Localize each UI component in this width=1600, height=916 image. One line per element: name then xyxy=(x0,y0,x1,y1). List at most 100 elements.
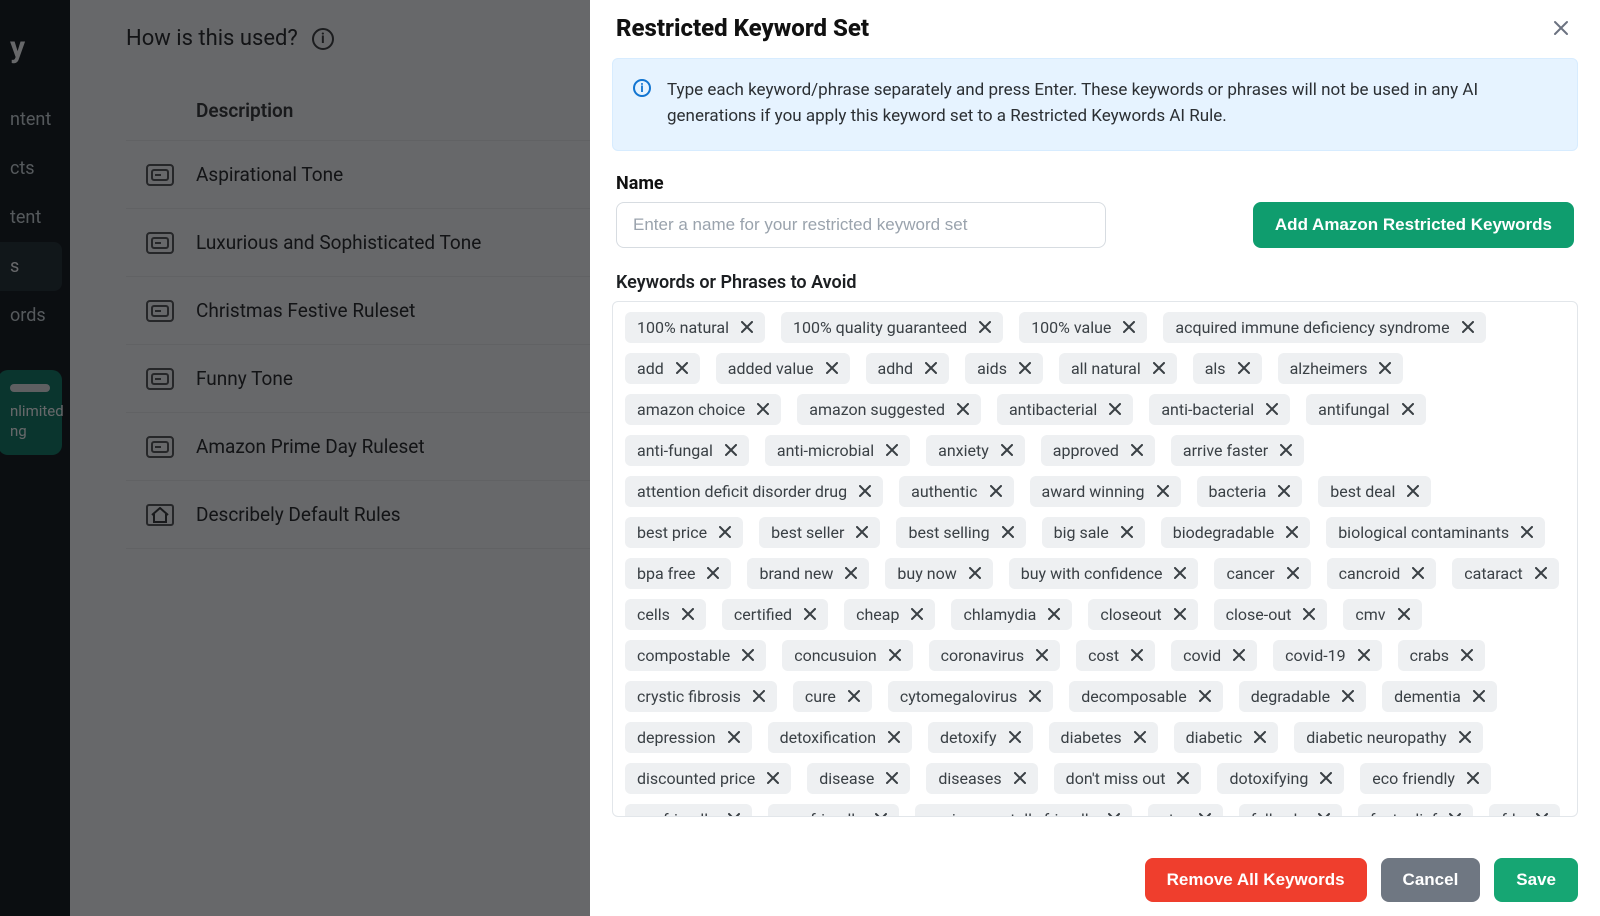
chip-remove-icon[interactable] xyxy=(1284,524,1300,540)
chip-remove-icon[interactable] xyxy=(977,319,993,335)
keyword-chip-label: anxiety xyxy=(938,441,989,460)
keywords-chip-container[interactable]: 100% natural100% quality guaranteed100% … xyxy=(612,301,1578,817)
chip-remove-icon[interactable] xyxy=(1151,360,1167,376)
chip-remove-icon[interactable] xyxy=(1533,565,1549,581)
chip-remove-icon[interactable] xyxy=(886,729,902,745)
chip-remove-icon[interactable] xyxy=(1356,647,1372,663)
chip-remove-icon[interactable] xyxy=(723,442,739,458)
add-amazon-keywords-button[interactable]: Add Amazon Restricted Keywords xyxy=(1253,202,1574,248)
chip-remove-icon[interactable] xyxy=(846,688,862,704)
chip-remove-icon[interactable] xyxy=(1405,483,1421,499)
keyword-chip: dotoxifying xyxy=(1217,763,1344,794)
chip-remove-icon[interactable] xyxy=(1007,729,1023,745)
chip-remove-icon[interactable] xyxy=(1236,360,1252,376)
chip-remove-icon[interactable] xyxy=(1318,770,1334,786)
chip-remove-icon[interactable] xyxy=(1107,401,1123,417)
keyword-chip-label: cure xyxy=(805,687,836,706)
chip-remove-icon[interactable] xyxy=(1017,360,1033,376)
chip-remove-icon[interactable] xyxy=(1106,811,1122,817)
chip-remove-icon[interactable] xyxy=(923,360,939,376)
chip-remove-icon[interactable] xyxy=(739,319,755,335)
chip-remove-icon[interactable] xyxy=(1465,770,1481,786)
chip-remove-icon[interactable] xyxy=(1519,524,1535,540)
chip-remove-icon[interactable] xyxy=(1316,811,1332,817)
chip-remove-icon[interactable] xyxy=(1129,647,1145,663)
chip-remove-icon[interactable] xyxy=(1172,565,1188,581)
chip-remove-icon[interactable] xyxy=(967,565,983,581)
chip-remove-icon[interactable] xyxy=(755,401,771,417)
chip-remove-icon[interactable] xyxy=(1471,688,1487,704)
chip-remove-icon[interactable] xyxy=(1132,729,1148,745)
keyword-chip-label: closeout xyxy=(1100,605,1161,624)
chip-remove-icon[interactable] xyxy=(1119,524,1135,540)
chip-remove-icon[interactable] xyxy=(1155,483,1171,499)
chip-remove-icon[interactable] xyxy=(765,770,781,786)
keyword-set-name-input[interactable] xyxy=(616,202,1106,248)
chip-remove-icon[interactable] xyxy=(740,647,756,663)
chip-remove-icon[interactable] xyxy=(1264,401,1280,417)
chip-remove-icon[interactable] xyxy=(1447,811,1463,817)
chip-remove-icon[interactable] xyxy=(988,483,1004,499)
chip-remove-icon[interactable] xyxy=(717,524,733,540)
save-button[interactable]: Save xyxy=(1494,858,1578,902)
chip-remove-icon[interactable] xyxy=(1175,770,1191,786)
keyword-chip: disease xyxy=(807,763,910,794)
chip-remove-icon[interactable] xyxy=(824,360,840,376)
chip-remove-icon[interactable] xyxy=(1340,688,1356,704)
chip-remove-icon[interactable] xyxy=(1046,606,1062,622)
keyword-chip: fda xyxy=(1489,804,1560,817)
chip-remove-icon[interactable] xyxy=(680,606,696,622)
chip-remove-icon[interactable] xyxy=(884,770,900,786)
chip-remove-icon[interactable] xyxy=(1400,401,1416,417)
chip-remove-icon[interactable] xyxy=(1460,319,1476,335)
chip-remove-icon[interactable] xyxy=(843,565,859,581)
chip-remove-icon[interactable] xyxy=(955,401,971,417)
keyword-chip: cataract xyxy=(1452,558,1558,589)
keyword-chip-label: etc. xyxy=(1160,810,1186,817)
chip-remove-icon[interactable] xyxy=(1377,360,1393,376)
chip-remove-icon[interactable] xyxy=(1129,442,1145,458)
chip-remove-icon[interactable] xyxy=(1459,647,1475,663)
chip-remove-icon[interactable] xyxy=(1457,729,1473,745)
chip-remove-icon[interactable] xyxy=(1278,442,1294,458)
keyword-chip-label: amazon suggested xyxy=(809,400,945,419)
chip-remove-icon[interactable] xyxy=(1301,606,1317,622)
chip-remove-icon[interactable] xyxy=(1197,811,1213,817)
chip-remove-icon[interactable] xyxy=(726,811,742,817)
keyword-chip-label: award winning xyxy=(1042,482,1145,501)
keyword-chip: detoxify xyxy=(928,722,1033,753)
chip-remove-icon[interactable] xyxy=(1285,565,1301,581)
chip-remove-icon[interactable] xyxy=(1027,688,1043,704)
chip-remove-icon[interactable] xyxy=(1396,606,1412,622)
chip-remove-icon[interactable] xyxy=(705,565,721,581)
chip-remove-icon[interactable] xyxy=(802,606,818,622)
chip-remove-icon[interactable] xyxy=(1012,770,1028,786)
chip-remove-icon[interactable] xyxy=(854,524,870,540)
chip-remove-icon[interactable] xyxy=(1172,606,1188,622)
chip-remove-icon[interactable] xyxy=(909,606,925,622)
chip-remove-icon[interactable] xyxy=(674,360,690,376)
chip-remove-icon[interactable] xyxy=(1410,565,1426,581)
chip-remove-icon[interactable] xyxy=(857,483,873,499)
chip-remove-icon[interactable] xyxy=(1197,688,1213,704)
chip-remove-icon[interactable] xyxy=(1276,483,1292,499)
chip-remove-icon[interactable] xyxy=(884,442,900,458)
chip-remove-icon[interactable] xyxy=(873,811,889,817)
chip-remove-icon[interactable] xyxy=(999,442,1015,458)
keyword-chip: all natural xyxy=(1059,353,1177,384)
chip-remove-icon[interactable] xyxy=(1034,647,1050,663)
chip-remove-icon[interactable] xyxy=(1252,729,1268,745)
remove-all-keywords-button[interactable]: Remove All Keywords xyxy=(1145,858,1367,902)
chip-remove-icon[interactable] xyxy=(1000,524,1016,540)
keyword-chip: buy now xyxy=(885,558,992,589)
close-icon[interactable] xyxy=(1548,15,1574,41)
chip-remove-icon[interactable] xyxy=(751,688,767,704)
chip-remove-icon[interactable] xyxy=(1121,319,1137,335)
chip-remove-icon[interactable] xyxy=(1534,811,1550,817)
chip-remove-icon[interactable] xyxy=(887,647,903,663)
chip-remove-icon[interactable] xyxy=(726,729,742,745)
keyword-chip-label: cells xyxy=(637,605,670,624)
cancel-button[interactable]: Cancel xyxy=(1381,858,1481,902)
chip-remove-icon[interactable] xyxy=(1231,647,1247,663)
keyword-chip: approved xyxy=(1041,435,1155,466)
